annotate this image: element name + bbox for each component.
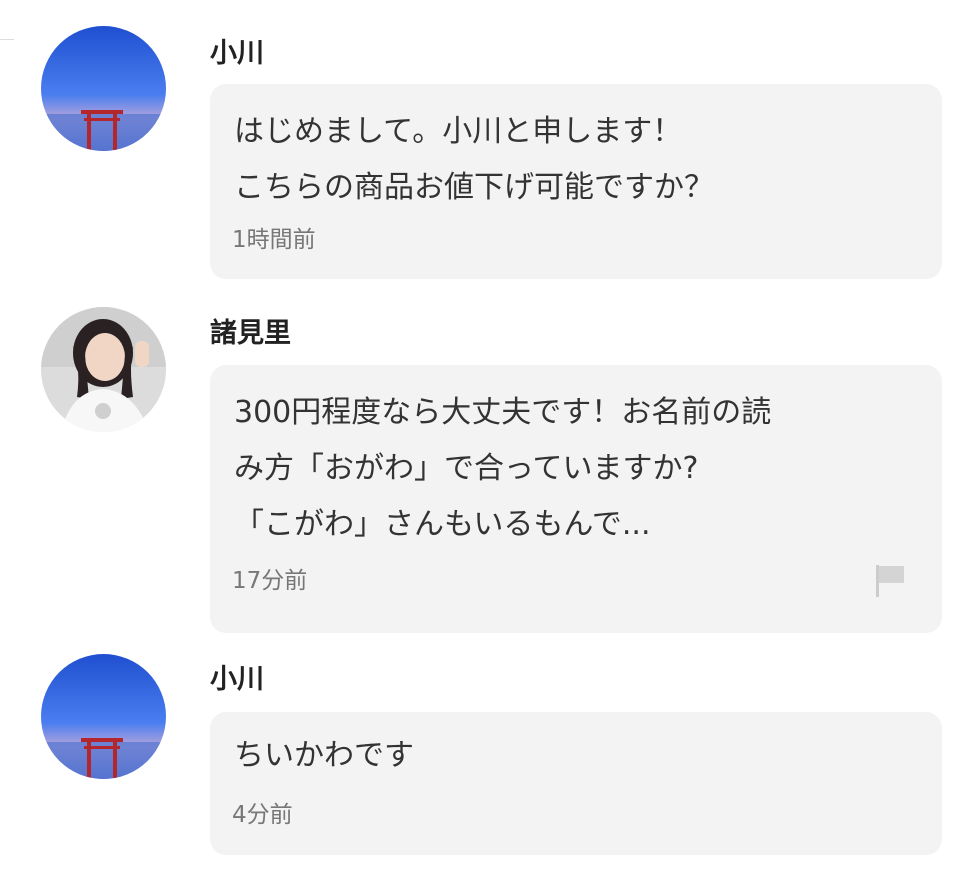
divider xyxy=(0,39,14,40)
username[interactable]: 小川 xyxy=(210,38,264,70)
comment-text: 300円程度なら大丈夫です！お名前の読 み方「おがわ」で合っていますか? 「こが… xyxy=(234,395,772,542)
comment-timestamp: 4分前 xyxy=(232,802,293,828)
torii-sunset-avatar-image xyxy=(41,26,166,151)
torii-sunset-avatar-image xyxy=(41,654,166,779)
comment-text: ちいかわです xyxy=(234,738,414,773)
person-photo-avatar-image xyxy=(41,307,166,432)
avatar[interactable] xyxy=(41,307,166,432)
avatar[interactable] xyxy=(41,26,166,151)
comment-timestamp: 17分前 xyxy=(232,568,308,594)
username[interactable]: 諸見里 xyxy=(210,318,291,350)
flag-icon[interactable] xyxy=(874,563,906,599)
username[interactable]: 小川 xyxy=(210,664,264,696)
comment-timestamp: 1時間前 xyxy=(232,227,316,253)
comment-bubble: 300円程度なら大丈夫です！お名前の読 み方「おがわ」で合っていますか? 「こが… xyxy=(210,365,942,633)
comment-bubble: はじめまして。小川と申します！ こちらの商品お値下げ可能ですか？ 1時間前 xyxy=(210,84,942,279)
avatar[interactable] xyxy=(41,654,166,779)
comment-bubble: ちいかわです 4分前 xyxy=(210,712,942,855)
comment-text: はじめまして。小川と申します！ こちらの商品お値下げ可能ですか？ xyxy=(234,114,714,205)
